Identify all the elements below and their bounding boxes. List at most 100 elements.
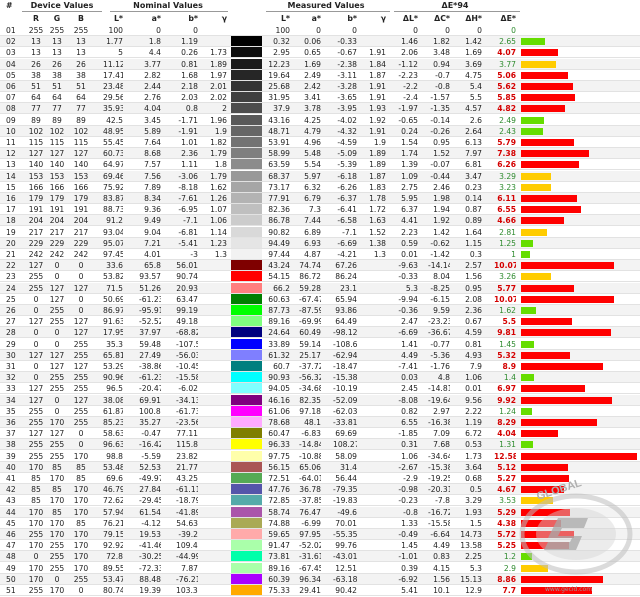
cell-nominal-l: 55.45 xyxy=(103,138,123,147)
cell-delta-l: 1.45 xyxy=(401,541,418,551)
cell-delta-h: 7.97 xyxy=(465,149,482,159)
cell-nominal-gamma: 1.73 xyxy=(210,48,227,58)
cell-measured-l: 24.64 xyxy=(268,328,290,338)
color-swatch xyxy=(231,137,262,147)
cell-delta-h: 0.81 xyxy=(465,339,482,349)
table-row: 18 204 204 204 91.2 9.49 -7.1 1.06 86.78 7.44 -6.5… xyxy=(0,215,640,227)
cell-measured-l: 43.16 xyxy=(268,115,290,125)
cell-delta-l: -2.9 xyxy=(403,474,418,483)
cell-nominal-gamma: 1.89 xyxy=(210,59,227,69)
cell-r: 255 xyxy=(28,26,44,35)
cell-nominal-gamma xyxy=(205,417,227,427)
cell-measured-gamma: 1.89 xyxy=(369,149,386,159)
cell-delta-c: 2.97 xyxy=(433,406,450,416)
cell-measured-l: 90.82 xyxy=(268,227,290,237)
cell-nominal-b: -61.11 xyxy=(176,485,198,495)
row-index: 48 xyxy=(6,552,16,562)
cell-nominal-a: -20.47 xyxy=(139,384,161,394)
cell-measured-b: -3.95 xyxy=(337,104,357,114)
table-row: 33 127 255 255 96.5 -20.47 -6.02 94.05 -34.68 -10… xyxy=(0,383,640,395)
cell-nominal-gamma: 2.01 xyxy=(210,82,227,91)
cell-delta-c: 1.82 xyxy=(433,37,450,47)
cell-nominal-a: 8.68 xyxy=(144,149,161,159)
cell-measured-gamma xyxy=(364,372,386,382)
cell-delta-c: -36.67 xyxy=(428,328,450,338)
cell-measured-b: -6.69 xyxy=(337,238,357,248)
cell-r: 170 xyxy=(28,541,44,551)
cell-nominal-gamma xyxy=(205,507,227,517)
table-row: 03 13 13 13 5 4.4 0.26 1.73 2.95 0.65 -0.67 1.91 2.0… xyxy=(0,47,640,59)
color-swatch xyxy=(231,383,262,394)
cell-measured-l: 94.49 xyxy=(268,238,290,248)
delta-e-bar xyxy=(521,363,603,370)
cell-g: 170 xyxy=(49,496,65,506)
cell-measured-a: 4.96 xyxy=(304,138,321,147)
delta-e-bar xyxy=(521,284,575,292)
color-swatch xyxy=(231,506,262,517)
cell-nominal-b: 23.82 xyxy=(176,451,198,461)
cell-measured-gamma xyxy=(364,507,386,517)
row-index: 11 xyxy=(6,138,16,147)
cell-r: 85 xyxy=(31,496,41,506)
device-values-header: Device Values xyxy=(30,1,94,10)
cell-delta-c: -1.35 xyxy=(430,104,450,114)
cell-nominal-a: 2.76 xyxy=(144,93,161,103)
cell-r: 170 xyxy=(28,518,44,528)
cell-nominal-l: 17.95 xyxy=(103,328,123,338)
cell-nominal-a: -49.97 xyxy=(139,474,161,483)
cell-g: 255 xyxy=(49,552,65,562)
cell-nominal-gamma: 2 xyxy=(222,104,227,114)
cell-nominal-l: 96.63 xyxy=(103,440,123,450)
cell-delta-c: 0.94 xyxy=(433,59,450,69)
cell-nominal-gamma xyxy=(205,294,227,304)
color-swatch xyxy=(231,585,262,595)
cell-measured-a: 60.49 xyxy=(299,328,321,338)
cell-measured-a: 2.49 xyxy=(304,70,321,80)
cell-measured-gamma xyxy=(364,540,386,550)
cell-measured-b: -6.58 xyxy=(337,216,357,226)
cell-r: 127 xyxy=(28,384,44,394)
cell-measured-b: -10.19 xyxy=(333,384,357,394)
cell-delta-h: 2.64 xyxy=(465,126,482,136)
row-index: 24 xyxy=(6,283,16,293)
cell-measured-l: 87.73 xyxy=(268,306,290,315)
cell-measured-l: 90.93 xyxy=(268,373,290,383)
cell-delta-h: 3.47 xyxy=(465,171,482,181)
color-swatch xyxy=(231,372,262,383)
nominal-values-header: Nominal Values xyxy=(133,1,203,10)
cell-delta-c: -1.76 xyxy=(430,362,450,371)
cell-nominal-l: 53.48 xyxy=(103,462,123,472)
cell-delta-e: 3.77 xyxy=(499,59,516,69)
cell-delta-h: 6.81 xyxy=(465,160,482,170)
cell-nominal-a: 52.53 xyxy=(139,462,161,472)
cell-nominal-l: 90.96 xyxy=(103,373,123,383)
table-row: 06 51 51 51 23.48 2.44 2.18 2.01 25.68 2.42 -3.28 1… xyxy=(0,81,640,92)
cell-delta-l: 1.09 xyxy=(401,171,418,181)
col-header-measured-b: b* xyxy=(347,14,357,23)
color-swatch xyxy=(231,204,262,215)
cell-measured-b: 56.44 xyxy=(335,474,357,483)
cell-nominal-b: 99.19 xyxy=(176,306,198,315)
cell-measured-gamma xyxy=(364,518,386,528)
cell-delta-l: 0.82 xyxy=(401,406,418,416)
cell-delta-c: -14.14 xyxy=(428,261,450,271)
delta-e-bar xyxy=(521,139,575,146)
cell-measured-gamma xyxy=(364,305,386,315)
cell-delta-h: 1.69 xyxy=(465,48,482,58)
cell-measured-b: -33.81 xyxy=(333,418,357,427)
cell-measured-gamma xyxy=(364,25,386,35)
cell-nominal-l: 58.63 xyxy=(103,429,123,439)
cell-nominal-a: 2.82 xyxy=(144,70,161,80)
cell-measured-gamma xyxy=(364,439,386,449)
cell-delta-h: 3.64 xyxy=(465,462,482,472)
table-row: 37 127 127 0 58.63 -0.47 77.11 60.47 -6.83 69.69 -… xyxy=(0,428,640,440)
table-row: 09 89 89 89 42.5 3.45 -1.71 1.96 43.16 4.25 -4.02 1… xyxy=(0,114,640,126)
color-swatch xyxy=(231,394,262,405)
row-index: 44 xyxy=(6,507,16,517)
cell-delta-h: 14.73 xyxy=(460,530,482,539)
cell-measured-gamma xyxy=(364,484,386,494)
cell-b: 191 xyxy=(73,205,89,215)
cell-measured-b: -0.67 xyxy=(337,48,357,58)
cell-nominal-l: 72.62 xyxy=(103,496,123,506)
delta-e-bar xyxy=(521,94,575,102)
